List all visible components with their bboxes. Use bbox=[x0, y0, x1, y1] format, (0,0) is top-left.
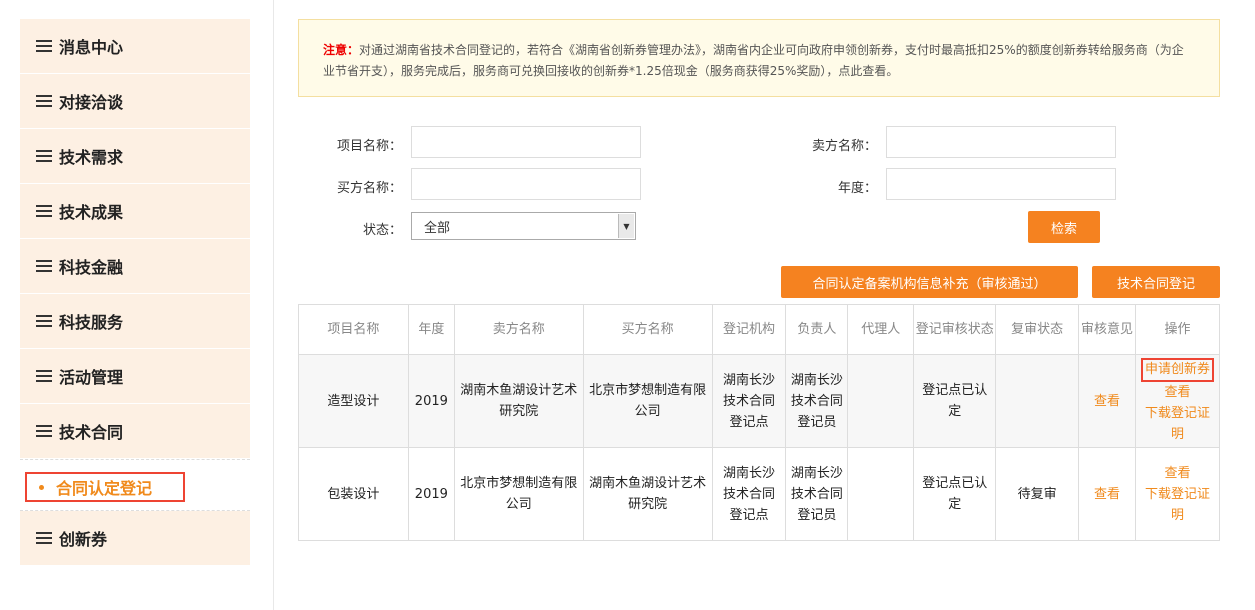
menu-icon bbox=[36, 37, 52, 55]
cell-agent bbox=[847, 354, 915, 448]
cell-opinion: 查看 bbox=[1078, 354, 1136, 448]
menu-icon bbox=[36, 422, 52, 440]
cell-buyer: 湖南木鱼湖设计艺术研究院 bbox=[582, 447, 713, 541]
cell-opinion: 查看 bbox=[1078, 447, 1136, 541]
buyer-name-input[interactable] bbox=[411, 168, 641, 200]
cell-year: 2019 bbox=[407, 354, 455, 448]
apply-voucher-link[interactable]: 申请创新券 bbox=[1140, 357, 1214, 382]
col-header: 项目名称 bbox=[298, 304, 409, 355]
col-header: 登记机构 bbox=[711, 304, 787, 355]
view-link[interactable]: 查看 bbox=[1164, 385, 1190, 400]
notice-box[interactable]: 注意：对通过湖南省技术合同登记的，若符合《湖南省创新券管理办法》，湖南省内企业可… bbox=[298, 19, 1220, 97]
sidebar: 消息中心 对接洽谈 技术需求 技术成果 科技金融 科技服务 活动管理 技术合同 … bbox=[20, 19, 250, 566]
sidebar-item-tech-results[interactable]: 技术成果 bbox=[20, 184, 250, 239]
cell-review bbox=[995, 354, 1080, 448]
sidebar-subitem-contract-registration[interactable]: 合同认定登记 bbox=[25, 472, 185, 502]
menu-icon bbox=[36, 202, 52, 220]
cell-org: 湖南长沙技术合同登记点 bbox=[711, 447, 787, 541]
sidebar-item-negotiation[interactable]: 对接洽谈 bbox=[20, 74, 250, 129]
cell-seller: 北京市梦想制造有限公司 bbox=[453, 447, 584, 541]
cell-year: 2019 bbox=[407, 447, 455, 541]
sidebar-item-finance[interactable]: 科技金融 bbox=[20, 239, 250, 294]
view-link[interactable]: 查看 bbox=[1164, 466, 1190, 481]
year-label: 年度： bbox=[837, 181, 877, 196]
chevron-down-icon[interactable]: ▼ bbox=[618, 214, 634, 238]
menu-icon bbox=[36, 312, 52, 330]
view-opinion-link[interactable]: 查看 bbox=[1094, 394, 1120, 409]
cell-buyer: 北京市梦想制造有限公司 bbox=[582, 354, 713, 448]
col-header: 登记审核状态 bbox=[913, 304, 997, 355]
cell-org: 湖南长沙技术合同登记点 bbox=[711, 354, 787, 448]
download-certificate-link[interactable]: 下载登记证明 bbox=[1145, 487, 1210, 523]
col-header: 年度 bbox=[407, 304, 455, 355]
seller-name-input[interactable] bbox=[886, 126, 1116, 158]
col-header: 买方名称 bbox=[582, 304, 713, 355]
sidebar-item-tech-contract[interactable]: 技术合同 bbox=[20, 404, 250, 459]
col-header: 操作 bbox=[1135, 304, 1220, 355]
project-name-input[interactable] bbox=[411, 126, 641, 158]
sidebar-item-services[interactable]: 科技服务 bbox=[20, 294, 250, 349]
table-row: 包装设计 2019 北京市梦想制造有限公司 湖南木鱼湖设计艺术研究院 湖南长沙技… bbox=[298, 447, 1220, 541]
seller-name-label: 卖方名称： bbox=[811, 139, 877, 154]
col-header: 审核意见 bbox=[1078, 304, 1136, 355]
cell-project: 包装设计 bbox=[298, 447, 409, 541]
menu-icon bbox=[36, 367, 52, 385]
menu-icon bbox=[36, 257, 52, 275]
bullet-icon bbox=[39, 484, 44, 490]
sidebar-item-activities[interactable]: 活动管理 bbox=[20, 349, 250, 404]
cell-operations: 查看 下载登记证明 bbox=[1135, 447, 1220, 541]
menu-icon bbox=[36, 529, 52, 547]
project-name-label: 项目名称： bbox=[336, 139, 402, 154]
col-header: 代理人 bbox=[847, 304, 915, 355]
view-opinion-link[interactable]: 查看 bbox=[1094, 487, 1120, 502]
col-header: 卖方名称 bbox=[453, 304, 584, 355]
sidebar-item-voucher[interactable]: 创新券 bbox=[20, 511, 250, 566]
cell-seller: 湖南木鱼湖设计艺术研究院 bbox=[453, 354, 584, 448]
contract-table: 项目名称 年度 卖方名称 买方名称 登记机构 负责人 代理人 登记审核状态 复审… bbox=[298, 304, 1220, 541]
sidebar-subnav: 合同认定登记 bbox=[20, 459, 250, 511]
tech-contract-register-button[interactable]: 技术合同登记 bbox=[1092, 266, 1220, 298]
cell-status: 登记点已认定 bbox=[913, 447, 997, 541]
download-certificate-link[interactable]: 下载登记证明 bbox=[1145, 406, 1210, 442]
notice-prefix: 注意： bbox=[323, 43, 360, 57]
col-header: 复审状态 bbox=[995, 304, 1080, 355]
sidebar-item-messages[interactable]: 消息中心 bbox=[20, 19, 250, 74]
status-select[interactable]: 全部 ▼ bbox=[411, 212, 636, 240]
sidebar-item-tech-demand[interactable]: 技术需求 bbox=[20, 129, 250, 184]
cell-person: 湖南长沙技术合同登记员 bbox=[785, 354, 849, 448]
divider bbox=[273, 0, 274, 610]
cell-agent bbox=[847, 447, 915, 541]
year-input[interactable] bbox=[886, 168, 1116, 200]
cell-review: 待复审 bbox=[995, 447, 1080, 541]
col-header: 负责人 bbox=[785, 304, 849, 355]
menu-icon bbox=[36, 92, 52, 110]
supplement-info-button[interactable]: 合同认定备案机构信息补充（审核通过） bbox=[781, 266, 1078, 298]
cell-project: 造型设计 bbox=[298, 354, 409, 448]
search-button[interactable]: 检索 bbox=[1028, 211, 1100, 243]
menu-icon bbox=[36, 147, 52, 165]
notice-text: 对通过湖南省技术合同登记的，若符合《湖南省创新券管理办法》，湖南省内企业可向政府… bbox=[323, 43, 1184, 78]
table-row: 造型设计 2019 湖南木鱼湖设计艺术研究院 北京市梦想制造有限公司 湖南长沙技… bbox=[298, 354, 1220, 448]
cell-person: 湖南长沙技术合同登记员 bbox=[785, 447, 849, 541]
cell-status: 登记点已认定 bbox=[913, 354, 997, 448]
table-header: 项目名称 年度 卖方名称 买方名称 登记机构 负责人 代理人 登记审核状态 复审… bbox=[298, 304, 1220, 355]
buyer-name-label: 买方名称： bbox=[336, 181, 402, 196]
cell-operations: 申请创新券 查看 下载登记证明 bbox=[1135, 354, 1220, 448]
status-label: 状态： bbox=[362, 223, 402, 238]
